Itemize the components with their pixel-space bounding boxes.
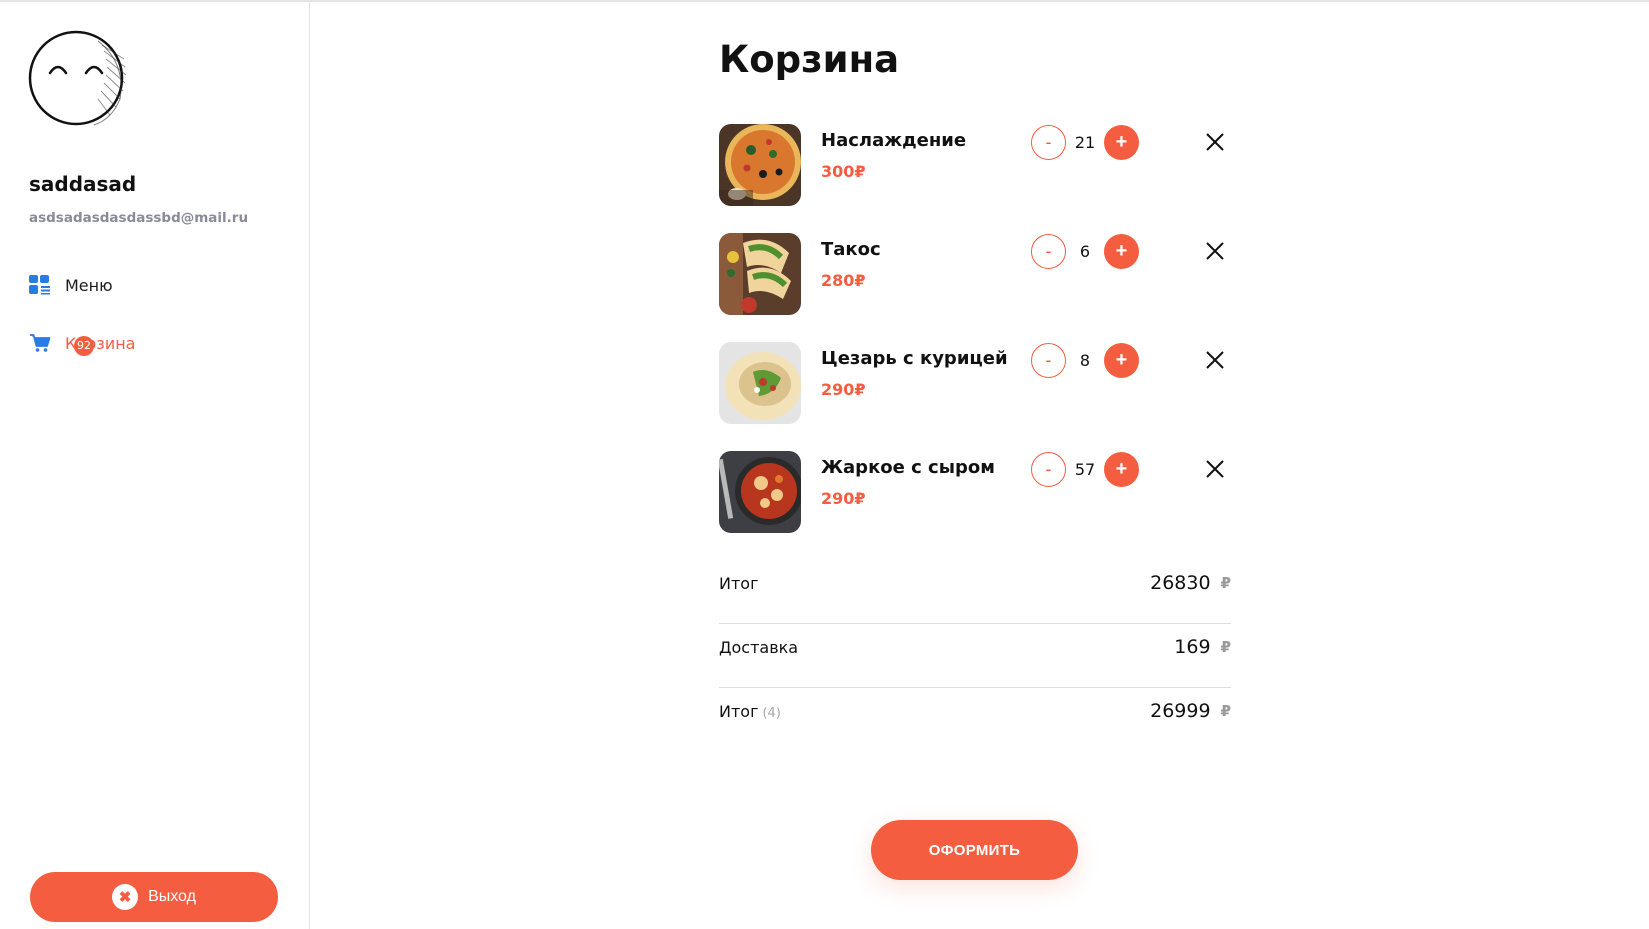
item-quantity: 8 [1079,350,1091,370]
logout-label: Выход [148,888,196,905]
cart-count-badge: 92 [74,335,94,356]
total-item-count: (4) [762,706,781,721]
increase-quantity-button[interactable]: + [1104,233,1139,269]
subtotal-label: Итог [719,574,759,593]
item-name: Такос [821,239,881,260]
close-icon: ✖ [112,884,139,910]
item-quantity: 57 [1074,459,1096,479]
sidebar-item-label: Меню [65,275,113,295]
cart-item: Такос 280₽ - 6 + [719,233,1231,315]
cart-item: Наслаждение 300₽ - 21 + [719,124,1231,206]
logout-button[interactable]: ✖ Выход [30,872,278,922]
grid-menu-icon [29,274,51,296]
item-price: 300₽ [821,162,866,181]
quantity-stepper: - 8 + [1031,342,1139,378]
sidebar-item-menu[interactable]: Меню [29,272,113,298]
close-icon [1206,133,1224,151]
close-icon [1206,460,1224,478]
item-price: 290₽ [821,380,866,399]
item-price: 280₽ [821,271,866,290]
delivery-label: Доставка [719,638,799,657]
item-name: Наслаждение [821,130,967,151]
decrease-quantity-button[interactable]: - [1031,124,1066,160]
quantity-stepper: - 6 + [1031,233,1139,269]
decrease-quantity-button[interactable]: - [1031,233,1066,269]
product-image-pizza [719,124,801,206]
avatar [28,29,128,131]
item-name: Цезарь с курицей [821,348,1008,369]
cart-item: Цезарь с курицей 290₽ - 8 + [719,342,1231,424]
item-quantity: 6 [1079,241,1091,261]
summary-total-row: Итог (4) 26999 ₽ [719,690,1231,752]
cart-item: Жаркое с сыром 290₽ - 57 + [719,451,1231,533]
total-amount: 26999 [1150,700,1211,722]
remove-item-button[interactable] [1199,126,1231,158]
decrease-quantity-button[interactable]: - [1031,342,1066,378]
increase-quantity-button[interactable]: + [1104,451,1139,487]
quantity-stepper: - 21 + [1031,124,1139,160]
quantity-stepper: - 57 + [1031,451,1139,487]
product-image-roast [719,451,801,533]
item-price: 290₽ [821,489,866,508]
delivery-value: 169 ₽ [1174,636,1231,658]
item-quantity: 21 [1074,132,1096,152]
subtotal-value: 26830 ₽ [1150,572,1231,594]
remove-item-button[interactable] [1199,235,1231,267]
sidebar-item-label: Корзина 92 [65,334,135,356]
total-label-text: Итог [719,702,759,721]
user-name: saddasad [29,172,137,196]
summary-subtotal-row: Итог 26830 ₽ [719,562,1231,624]
ruble-icon: ₽ [1220,638,1231,656]
item-name: Жаркое с сыром [821,457,995,478]
sidebar: saddasad asdsadasdasdassbd@mail.ru Меню … [0,0,310,929]
summary-delivery-row: Доставка 169 ₽ [719,626,1231,688]
page-title: Корзина [719,38,900,81]
remove-item-button[interactable] [1199,453,1231,485]
delivery-amount: 169 [1174,636,1211,658]
product-image-tacos [719,233,801,315]
decrease-quantity-button[interactable]: - [1031,451,1066,487]
product-image-caesar [719,342,801,424]
total-value: 26999 ₽ [1150,700,1231,722]
user-email: asdsadasdasdassbd@mail.ru [29,210,249,226]
increase-quantity-button[interactable]: + [1104,124,1139,160]
increase-quantity-button[interactable]: + [1104,342,1139,378]
close-icon [1206,351,1224,369]
shopping-cart-icon [29,332,51,354]
close-icon [1206,242,1224,260]
total-label: Итог (4) [719,702,781,721]
subtotal-amount: 26830 [1150,572,1211,594]
ruble-icon: ₽ [1220,702,1231,720]
checkout-button[interactable]: ОФОРМИТЬ [871,820,1078,880]
remove-item-button[interactable] [1199,344,1231,376]
sidebar-item-cart[interactable]: Корзина 92 [29,330,135,356]
ruble-icon: ₽ [1220,574,1231,592]
